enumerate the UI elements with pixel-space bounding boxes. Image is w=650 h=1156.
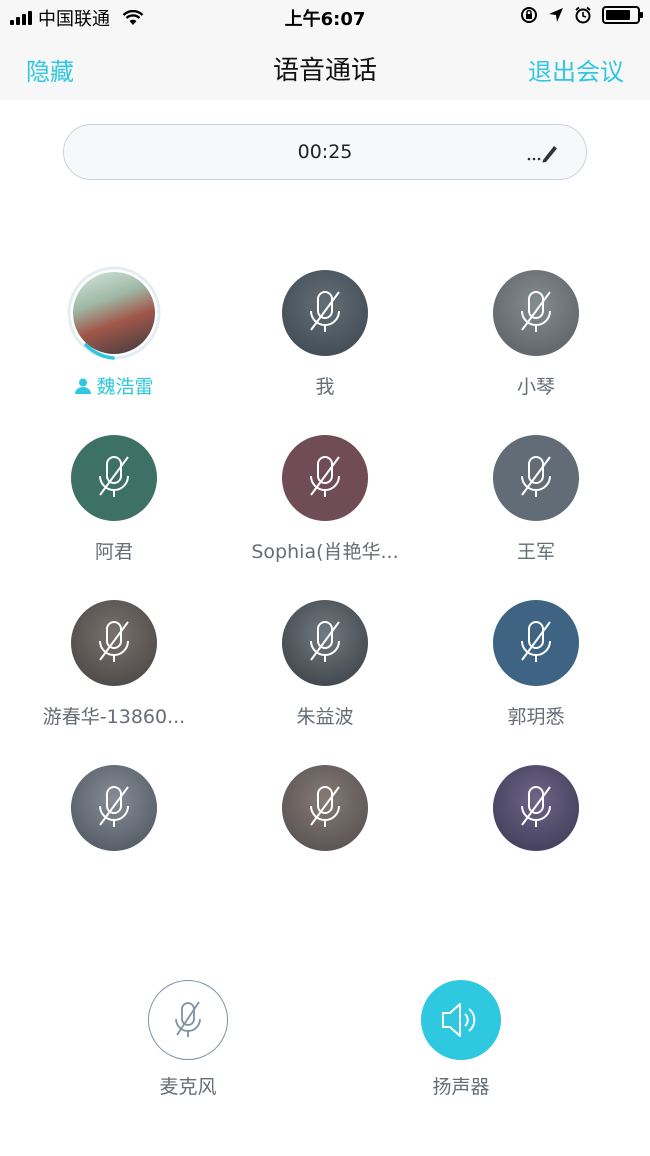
speaker-icon	[442, 1003, 476, 1037]
avatar	[282, 600, 368, 686]
participant-name: 郭玥悉	[507, 706, 565, 728]
call-timer: 00:25	[297, 141, 353, 163]
avatar	[282, 765, 368, 851]
alarm-icon	[575, 6, 591, 24]
status-right	[520, 6, 643, 24]
participant-name: 小琴	[516, 376, 555, 398]
avatar	[282, 435, 368, 521]
mic-muted-icon	[282, 270, 368, 356]
participant-tile[interactable]: 游春华-13860...	[9, 600, 219, 750]
mic-label: 麦克风	[159, 1076, 217, 1098]
mic-toggle-button[interactable]	[148, 980, 228, 1060]
avatar	[493, 765, 579, 851]
participant-tile[interactable]: 郭玥悉	[431, 600, 641, 750]
avatar	[67, 266, 161, 360]
avatar	[71, 435, 157, 521]
mic-muted-icon	[71, 600, 157, 686]
participant-tile[interactable]: 朱益波	[220, 600, 430, 750]
avatar	[493, 435, 579, 521]
speaker-label: 扬声器	[432, 1076, 490, 1098]
participant-tile[interactable]	[9, 765, 219, 915]
location-icon	[549, 8, 563, 22]
avatar	[71, 600, 157, 686]
mic-muted-icon	[493, 765, 579, 851]
participant-name: 朱益波	[296, 706, 354, 728]
avatar	[493, 600, 579, 686]
participant-name: Sophia(肖艳华...	[251, 541, 399, 563]
mic-muted-icon	[282, 435, 368, 521]
edit-icon[interactable]	[526, 141, 560, 163]
host-user-icon	[75, 378, 92, 394]
avatar	[493, 270, 579, 356]
rotation-lock-icon	[521, 7, 537, 23]
participant-name: 魏浩雷	[9, 372, 219, 399]
avatar	[71, 765, 157, 851]
participant-tile[interactable]	[220, 765, 430, 915]
mic-muted-icon	[282, 600, 368, 686]
participant-tile[interactable]	[431, 765, 641, 915]
mic-muted-icon	[493, 270, 579, 356]
speaker-toggle-button[interactable]	[421, 980, 501, 1060]
participant-tile[interactable]: 阿君	[9, 435, 219, 585]
exit-meeting-button[interactable]: 退出会议	[528, 52, 624, 87]
avatar	[282, 270, 368, 356]
participant-name: 王军	[516, 541, 555, 563]
participant-tile[interactable]: Sophia(肖艳华...	[220, 435, 430, 585]
mic-muted-icon	[71, 765, 157, 851]
participant-name: 阿君	[94, 541, 133, 563]
nav-bar: 隐藏 语音通话 退出会议	[0, 34, 650, 100]
mic-off-icon	[174, 1001, 201, 1037]
mic-muted-icon	[493, 600, 579, 686]
participant-name-text: 魏浩雷	[96, 376, 154, 398]
mic-muted-icon	[282, 765, 368, 851]
participant-name: 游春华-13860...	[42, 706, 186, 728]
participant-tile[interactable]: 王军	[431, 435, 641, 585]
participant-name: 我	[315, 376, 335, 398]
battery-icon	[602, 6, 643, 24]
call-timer-bar: 00:25	[63, 124, 587, 180]
mic-muted-icon	[71, 435, 157, 521]
status-bar: 中国联通 上午6:07	[0, 0, 650, 34]
participant-tile[interactable]: 魏浩雷	[9, 266, 219, 420]
participant-tile[interactable]: 小琴	[431, 270, 641, 420]
participant-tile[interactable]: 我	[220, 270, 430, 420]
mic-muted-icon	[493, 435, 579, 521]
